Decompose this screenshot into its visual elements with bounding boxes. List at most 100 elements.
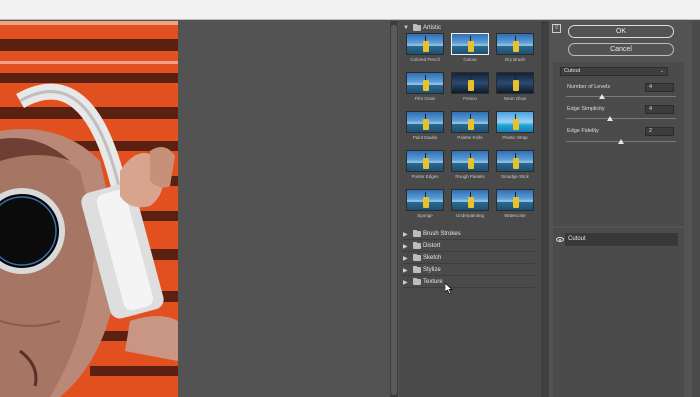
filter-name: Fresco [463, 96, 477, 101]
group-label: Artistic [423, 25, 441, 31]
effect-layers-box [553, 228, 684, 397]
filter-thumb[interactable]: Smudge Stick [493, 150, 537, 190]
boat [513, 119, 519, 130]
folder-icon [413, 254, 421, 261]
collapse-triangle-icon[interactable]: ▶ [403, 255, 408, 262]
boat [468, 119, 474, 130]
filter-preview-image [406, 33, 444, 55]
folder-icon [413, 266, 421, 273]
param-label-simplicity: Edge Simplicity [567, 106, 605, 112]
filter-thumb[interactable]: Fresco [448, 72, 492, 112]
filter-thumb[interactable]: Neon Glow [493, 72, 537, 112]
param-label-fidelity: Edge Fidelity [567, 128, 599, 134]
boat [513, 158, 519, 169]
fidelity-input[interactable]: 2 [645, 127, 674, 136]
gallery-scrollbar[interactable] [541, 21, 549, 397]
boat [513, 197, 519, 208]
filter-thumb[interactable]: Paint Daubs [403, 111, 447, 151]
filter-name: Underpainting [455, 213, 485, 218]
filter-preview-image [496, 189, 534, 211]
folder-icon [413, 24, 421, 31]
filter-name: Sponge [417, 213, 433, 218]
filter-thumb[interactable]: Poster Edges [403, 150, 447, 190]
preview-image [0, 21, 178, 397]
collapse-triangle-icon[interactable]: ▶ [403, 267, 408, 274]
filter-select[interactable]: Cutout ⌄ [560, 67, 668, 76]
collapse-triangle-icon[interactable]: ▶ [403, 231, 408, 238]
boat [423, 80, 429, 91]
collapse-triangle-icon[interactable]: ▶ [403, 279, 408, 286]
boat [423, 119, 429, 130]
simplicity-input[interactable]: 4 [645, 105, 674, 114]
filter-thumbnails: Colored Pencil Cutout Dry Brush Film Grain F… [403, 33, 537, 243]
folder-icon [413, 278, 421, 285]
filter-preview-image [451, 189, 489, 211]
group-label: Brush Strokes [423, 231, 461, 237]
filter-preview-image [496, 150, 534, 172]
group-distort[interactable]: ▶ Distort [403, 241, 535, 252]
scrollbar-thumb[interactable] [391, 25, 397, 395]
filter-thumb[interactable]: Watercolor [493, 189, 537, 229]
filter-thumb[interactable]: Film Grain [403, 72, 447, 112]
collapse-triangle-icon[interactable]: ▶ [403, 243, 408, 250]
cancel-button[interactable]: Cancel [568, 43, 674, 56]
filter-thumb[interactable]: Underpainting [448, 189, 492, 229]
folder-icon [413, 230, 421, 237]
filter-name: Paint Daubs [412, 135, 438, 140]
fidelity-slider-thumb[interactable] [618, 139, 624, 144]
boat [423, 158, 429, 169]
group-texture[interactable]: ▶ Texture [403, 277, 535, 288]
filter-name: Poster Edges [411, 174, 439, 179]
filter-preview-image [451, 72, 489, 94]
filter-preview-image [406, 72, 444, 94]
expand-triangle-icon[interactable]: ▼ [403, 25, 409, 31]
filter-name: Smudge Stick [501, 174, 529, 179]
boat [468, 197, 474, 208]
filter-thumb[interactable]: Rough Pastels [448, 150, 492, 190]
preview-scrollbar[interactable] [390, 21, 398, 397]
levels-slider[interactable] [566, 96, 676, 97]
simplicity-slider-thumb[interactable] [607, 116, 613, 121]
filter-preview-image [496, 72, 534, 94]
filter-name: Cutout [463, 57, 477, 62]
filter-thumb[interactable]: Plastic Wrap [493, 111, 537, 151]
param-label-levels: Number of Levels [567, 84, 611, 90]
levels-slider-thumb[interactable] [599, 94, 605, 99]
filter-preview-image [406, 111, 444, 133]
ok-button[interactable]: OK [568, 25, 674, 38]
eye-icon[interactable] [556, 237, 564, 242]
group-label: Texture [423, 279, 443, 285]
group-stylize[interactable]: ▶ Stylize [403, 265, 535, 276]
filter-name: Rough Pastels [455, 174, 485, 179]
filter-name: Palette Knife [457, 135, 483, 140]
boat [513, 80, 519, 91]
window-title-bar [0, 0, 700, 20]
boat [468, 158, 474, 169]
panel-scrollbar[interactable] [692, 21, 700, 397]
filter-name: Colored Pencil [410, 57, 440, 62]
filter-name: Watercolor [504, 213, 526, 218]
filter-name: Dry Brush [504, 57, 525, 62]
filter-thumb[interactable]: Colored Pencil [403, 33, 447, 73]
boat [468, 41, 474, 52]
collapse-panel-icon[interactable]: ⇧ [552, 24, 561, 33]
filter-thumb[interactable]: Cutout [448, 33, 492, 73]
effect-layer-row[interactable]: Cutout [565, 233, 678, 246]
chevron-down-icon: ⌄ [659, 68, 664, 74]
group-label: Sketch [423, 255, 442, 261]
filter-preview-image [496, 33, 534, 55]
filter-gallery: ▼ Artistic Colored Pencil Cutout Dry Brush… [399, 21, 541, 397]
filter-name: Film Grain [414, 96, 436, 101]
group-label: Distort [423, 243, 441, 249]
filter-thumb[interactable]: Palette Knife [448, 111, 492, 151]
levels-input[interactable]: 4 [645, 83, 674, 92]
canvas-area [178, 21, 390, 397]
simplicity-slider[interactable] [566, 118, 676, 119]
filter-thumb[interactable]: Dry Brush [493, 33, 537, 73]
filter-preview-image [451, 33, 489, 55]
group-brush-strokes[interactable]: ▶ Brush Strokes [403, 229, 535, 240]
filter-thumb[interactable]: Sponge [403, 189, 447, 229]
filter-preview-image [406, 189, 444, 211]
boat [468, 80, 474, 91]
group-sketch[interactable]: ▶ Sketch [403, 253, 535, 264]
